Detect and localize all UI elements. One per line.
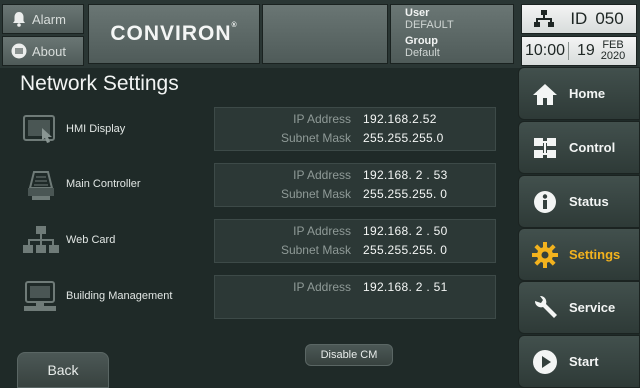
back-button[interactable]: Back (17, 352, 109, 388)
device-name: HMI Display (66, 123, 126, 135)
nav-start[interactable]: Start (518, 335, 640, 388)
device-name: Building Management (66, 290, 173, 302)
bms-ip-box[interactable]: IP Address 192.168. 2 . 51 (214, 275, 496, 319)
day-value: 19 (577, 42, 595, 59)
nav-label: Control (569, 140, 616, 155)
gear-icon (531, 241, 559, 269)
ip-value[interactable]: 192.168. 2 . 53 (363, 168, 448, 182)
user-info: User DEFAULT Group Default (390, 4, 514, 64)
control-icon (531, 134, 559, 162)
alarm-button[interactable]: Alarm (2, 4, 84, 34)
bell-icon (11, 11, 27, 27)
alarm-label: Alarm (32, 11, 66, 27)
nav-service[interactable]: Service (518, 281, 640, 334)
ip-value[interactable]: 192.168. 2 . 50 (363, 224, 448, 238)
user-key: User (405, 7, 430, 19)
wrench-icon (531, 294, 559, 322)
nav-control[interactable]: Control (518, 121, 640, 174)
conviron-logo-icon (11, 43, 27, 59)
page-title: Network Settings (20, 72, 179, 95)
date-time-box: 10:00 19 FEB 2020 (521, 36, 637, 66)
group-key: Group (405, 35, 438, 47)
touchscreen-icon (22, 114, 60, 148)
mask-label: Subnet Mask (280, 187, 351, 201)
nav-status[interactable]: Status (518, 175, 640, 228)
mask-value[interactable]: 255.255.255. 0 (363, 187, 447, 201)
device-id-box: ID 050 (521, 4, 637, 34)
device-name: Main Controller (66, 178, 141, 190)
about-label: About (32, 43, 66, 59)
hmi-ip-box[interactable]: IP Address 192.168.2.52 Subnet Mask 255.25… (214, 107, 496, 151)
ip-label: IP Address (293, 112, 351, 126)
header-spacer (262, 4, 388, 64)
nav-label: Home (569, 86, 606, 101)
controller-ip-box[interactable]: IP Address 192.168. 2 . 53 Subnet Mask 255… (214, 163, 496, 207)
play-icon (531, 348, 559, 376)
network-icon-small (534, 10, 555, 28)
home-icon (531, 80, 559, 108)
group-value: Default (405, 47, 440, 59)
disable-cm-button[interactable]: Disable CM (305, 344, 393, 366)
time-value: 10:00 (522, 42, 569, 60)
month-year: FEB 2020 (600, 39, 626, 62)
info-icon (531, 188, 559, 216)
network-icon (22, 224, 60, 258)
ip-label: IP Address (293, 224, 351, 238)
id-label: ID (570, 9, 588, 28)
ip-value[interactable]: 192.168. 2 . 51 (363, 280, 448, 294)
nav-settings[interactable]: Settings (518, 228, 640, 281)
mask-label: Subnet Mask (280, 131, 351, 145)
computer-icon (22, 280, 60, 314)
conviron-logo: CONVIRON® (110, 22, 238, 45)
ip-value[interactable]: 192.168.2.52 (363, 112, 437, 126)
ip-label: IP Address (293, 168, 351, 182)
mask-value[interactable]: 255.255.255. 0 (363, 243, 447, 257)
nav-label: Status (569, 194, 609, 209)
mask-label: Subnet Mask (280, 243, 351, 257)
back-label: Back (47, 362, 79, 378)
nav-home[interactable]: Home (518, 67, 640, 120)
ip-label: IP Address (293, 280, 351, 294)
nav-label: Settings (569, 247, 621, 262)
device-name: Web Card (66, 234, 116, 246)
disable-cm-label: Disable CM (320, 349, 378, 361)
mask-value[interactable]: 255.255.255.0 (363, 131, 444, 145)
nav-label: Service (569, 300, 616, 315)
user-value: DEFAULT (405, 19, 454, 31)
nav-label: Start (569, 354, 599, 369)
logo-area: CONVIRON® (88, 4, 260, 64)
id-value: 050 (595, 9, 624, 28)
webcard-ip-box[interactable]: IP Address 192.168. 2 . 50 Subnet Mask 255… (214, 219, 496, 263)
about-button[interactable]: About (2, 36, 84, 66)
controller-icon (22, 168, 60, 202)
